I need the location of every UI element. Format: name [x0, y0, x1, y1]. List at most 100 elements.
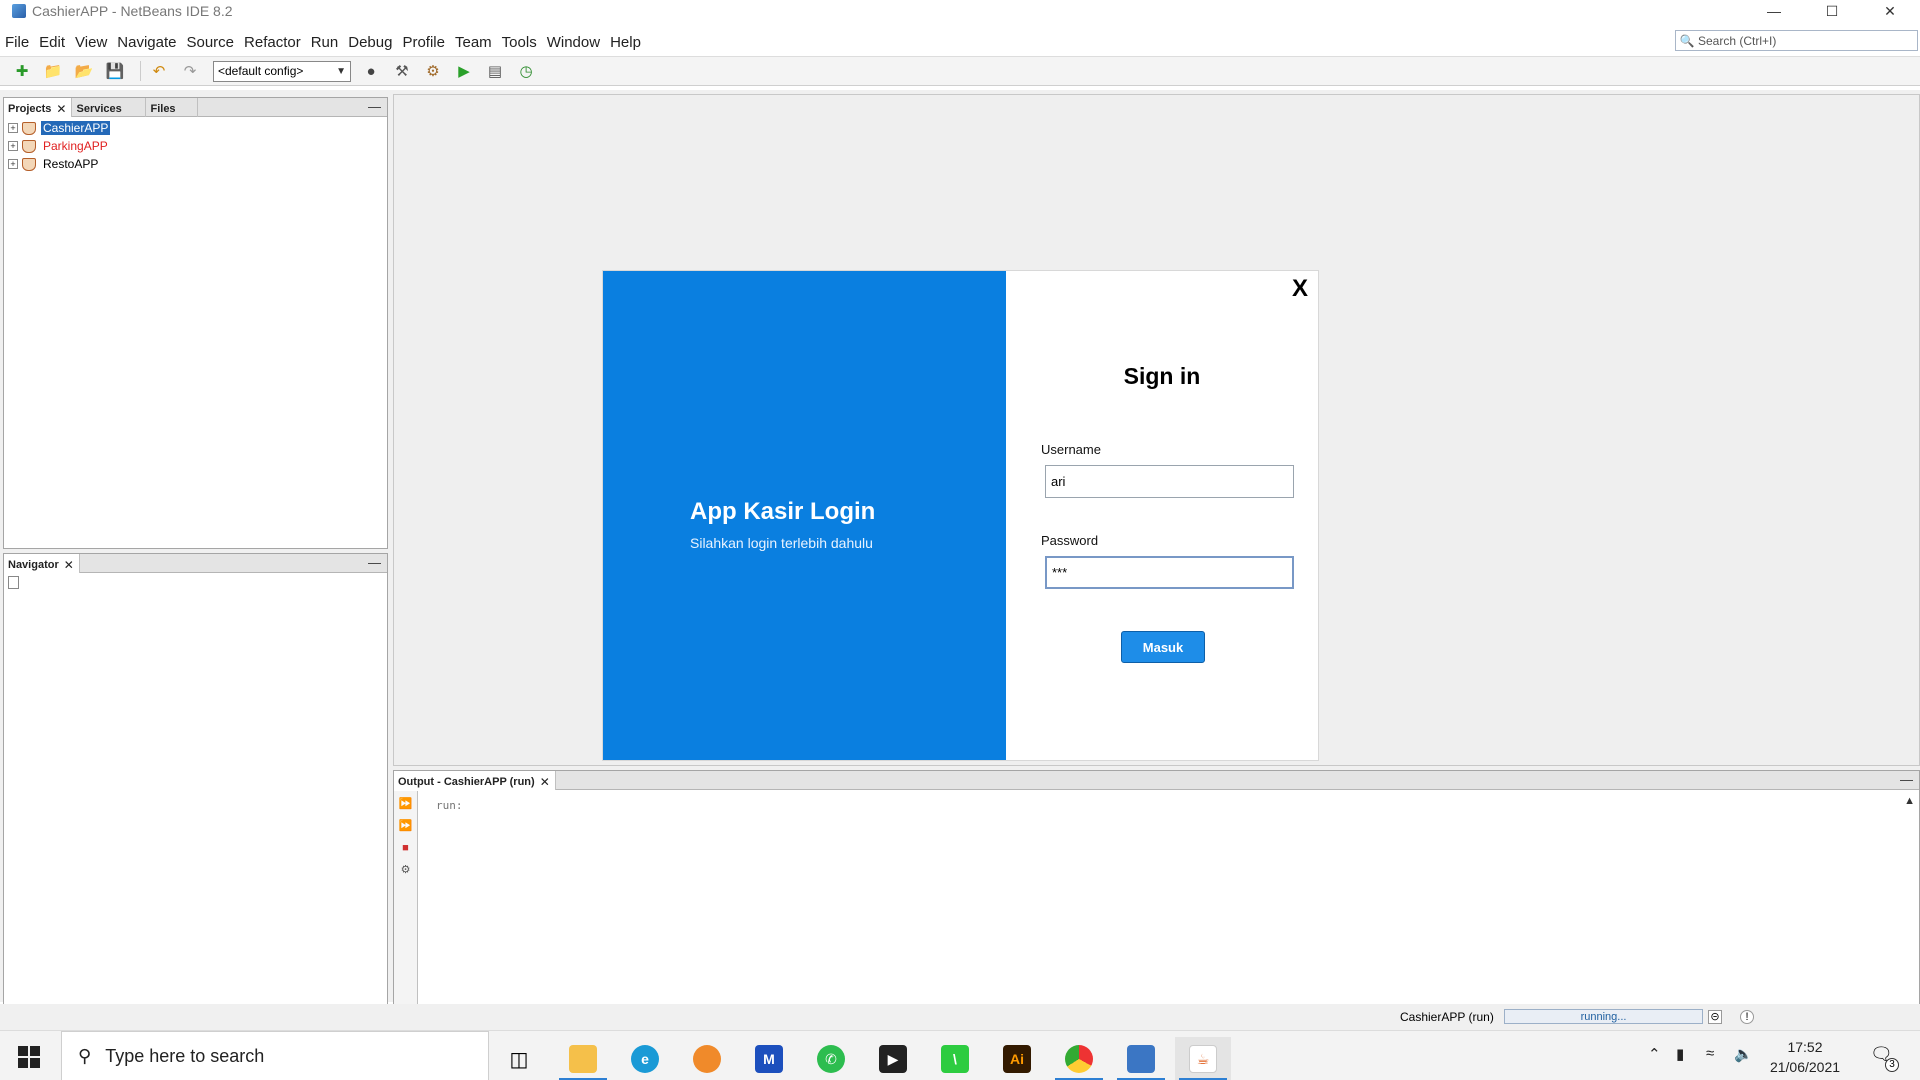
build-button[interactable]: ⚒	[390, 60, 414, 82]
tree-item-parkingapp[interactable]: + ParkingAPP	[8, 137, 383, 155]
config-select[interactable]: <default config> ▼	[213, 60, 351, 82]
debug-button[interactable]: ▤	[483, 60, 507, 82]
menu-tools[interactable]: Tools	[497, 34, 542, 51]
login-window: App Kasir Login Silahkan login terlebih …	[603, 271, 1318, 760]
tab-projects[interactable]: Projects ✕	[4, 98, 73, 117]
tree-item-cashierapp[interactable]: + CashierAPP	[8, 119, 383, 137]
settings-icon[interactable]: ⚙	[398, 861, 414, 878]
notifications-icon[interactable]: !	[1740, 1010, 1754, 1024]
config-value: <default config>	[218, 64, 304, 78]
netbeans-icon	[12, 4, 26, 18]
new-project-button[interactable]: 📁	[41, 60, 65, 82]
tab-files[interactable]: Files	[146, 98, 199, 117]
close-icon[interactable]: ✕	[56, 102, 66, 116]
menu-window[interactable]: Window	[542, 34, 605, 51]
menu-run[interactable]: Run	[306, 34, 344, 51]
tab-navigator-label: Navigator	[8, 558, 59, 571]
running-task-label: CashierAPP (run)	[1400, 1010, 1494, 1024]
profile-button[interactable]: ◷	[514, 60, 538, 82]
minimize-button[interactable]: —	[1745, 0, 1803, 22]
undo-button[interactable]: ↶	[147, 60, 171, 82]
menu-team[interactable]: Team	[450, 34, 497, 51]
minimize-panel-icon[interactable]: —	[1900, 772, 1913, 787]
close-icon[interactable]: ✕	[64, 558, 74, 572]
task-view-icon: ◫	[509, 1048, 529, 1071]
close-login-button[interactable]: X	[1292, 275, 1308, 303]
redo-button[interactable]: ↷	[178, 60, 202, 82]
cancel-task-icon[interactable]: ⊝	[1708, 1010, 1722, 1024]
taskbar-java[interactable]: ☕	[1175, 1037, 1231, 1080]
tree-item-label: CashierAPP	[41, 121, 111, 135]
task-view-button[interactable]: ◫	[491, 1037, 547, 1080]
taskbar-green-app[interactable]: \	[927, 1037, 983, 1080]
masuk-button[interactable]: Masuk	[1121, 631, 1205, 663]
close-window-button[interactable]: ✕	[1861, 0, 1919, 22]
taskbar-edge[interactable]: e	[617, 1037, 673, 1080]
volume-icon[interactable]: 🔈	[1734, 1045, 1753, 1063]
menu-profile[interactable]: Profile	[397, 34, 450, 51]
menu-navigate[interactable]: Navigate	[112, 34, 181, 51]
maximize-button[interactable]: ☐	[1803, 0, 1861, 22]
close-icon[interactable]: ✕	[540, 775, 550, 789]
menu-help[interactable]: Help	[605, 34, 646, 51]
tab-services[interactable]: Services	[72, 98, 147, 117]
menu-edit[interactable]: Edit	[34, 34, 70, 51]
ide-search: 🔍	[1675, 30, 1918, 51]
navigator-panel-tabs: Navigator ✕	[4, 554, 387, 573]
run-button[interactable]: ▶	[452, 60, 476, 82]
stop-icon[interactable]: ■	[398, 839, 414, 856]
java-project-icon	[22, 121, 36, 135]
window-title: CashierAPP - NetBeans IDE 8.2	[32, 3, 233, 19]
menu-file[interactable]: File	[0, 34, 34, 51]
menu-refactor[interactable]: Refactor	[239, 34, 306, 51]
ide-search-input[interactable]	[1698, 33, 1908, 48]
taskbar-illustrator[interactable]: Ai	[989, 1037, 1045, 1080]
clean-build-button[interactable]: ⚙	[421, 60, 445, 82]
chevron-down-icon: ▼	[336, 65, 346, 77]
taskbar-clock[interactable]: 17:52 21/06/2021	[1760, 1037, 1850, 1077]
minimize-panel-icon[interactable]: —	[368, 555, 381, 570]
password-field[interactable]	[1045, 556, 1294, 589]
open-project-button[interactable]: 📂	[72, 60, 96, 82]
taskbar-chrome[interactable]	[1051, 1037, 1107, 1080]
chevron-up-icon[interactable]: ⌃	[1648, 1045, 1661, 1063]
expand-icon[interactable]: +	[8, 141, 18, 151]
java-project-icon	[22, 139, 36, 153]
app-m-icon: M	[755, 1045, 783, 1073]
navigator-panel: Navigator ✕ —	[3, 553, 388, 1080]
tab-output[interactable]: Output - CashierAPP (run) ✕	[394, 771, 556, 790]
taskbar-search-placeholder: Type here to search	[105, 1045, 265, 1066]
taskbar-firefox[interactable]	[679, 1037, 735, 1080]
wifi-icon[interactable]: ≈	[1706, 1045, 1714, 1062]
scroll-up-icon[interactable]: ▲	[1904, 795, 1915, 807]
globe-icon[interactable]: ●	[359, 60, 383, 82]
taskbar-whatsapp[interactable]: ✆	[803, 1037, 859, 1080]
taskbar-app-m[interactable]: M	[741, 1037, 797, 1080]
green-app-icon: \	[941, 1045, 969, 1073]
cube-icon	[1127, 1045, 1155, 1073]
login-subheading: Silahkan login terlebih dahulu	[690, 535, 873, 551]
rerun-icon[interactable]: ⏩	[398, 795, 414, 812]
save-all-button[interactable]: 💾	[103, 60, 127, 82]
minimize-panel-icon[interactable]: —	[368, 99, 381, 114]
taskbar-file-explorer[interactable]	[555, 1037, 611, 1080]
output-text: run:	[436, 799, 463, 812]
login-banner: App Kasir Login Silahkan login terlebih …	[603, 271, 1006, 760]
taskbar-editor-app[interactable]: ▶	[865, 1037, 921, 1080]
tab-navigator[interactable]: Navigator ✕	[4, 554, 80, 573]
menu-debug[interactable]: Debug	[343, 34, 397, 51]
expand-icon[interactable]: +	[8, 159, 18, 169]
tree-item-restoapp[interactable]: + RestoAPP	[8, 155, 383, 173]
username-field[interactable]	[1045, 465, 1294, 498]
windows-start-button[interactable]	[18, 1046, 40, 1068]
new-file-button[interactable]: ✚	[10, 60, 34, 82]
battery-icon[interactable]: ▮	[1676, 1045, 1684, 1063]
taskbar-virtualbox[interactable]	[1113, 1037, 1169, 1080]
taskbar-search[interactable]: ⚲ Type here to search	[61, 1031, 489, 1080]
document-icon	[8, 576, 19, 589]
tab-files-label: Files	[150, 102, 176, 115]
menu-source[interactable]: Source	[181, 34, 239, 51]
menu-view[interactable]: View	[70, 34, 112, 51]
expand-icon[interactable]: +	[8, 123, 18, 133]
rerun-with-params-icon[interactable]: ⏩	[398, 817, 414, 834]
